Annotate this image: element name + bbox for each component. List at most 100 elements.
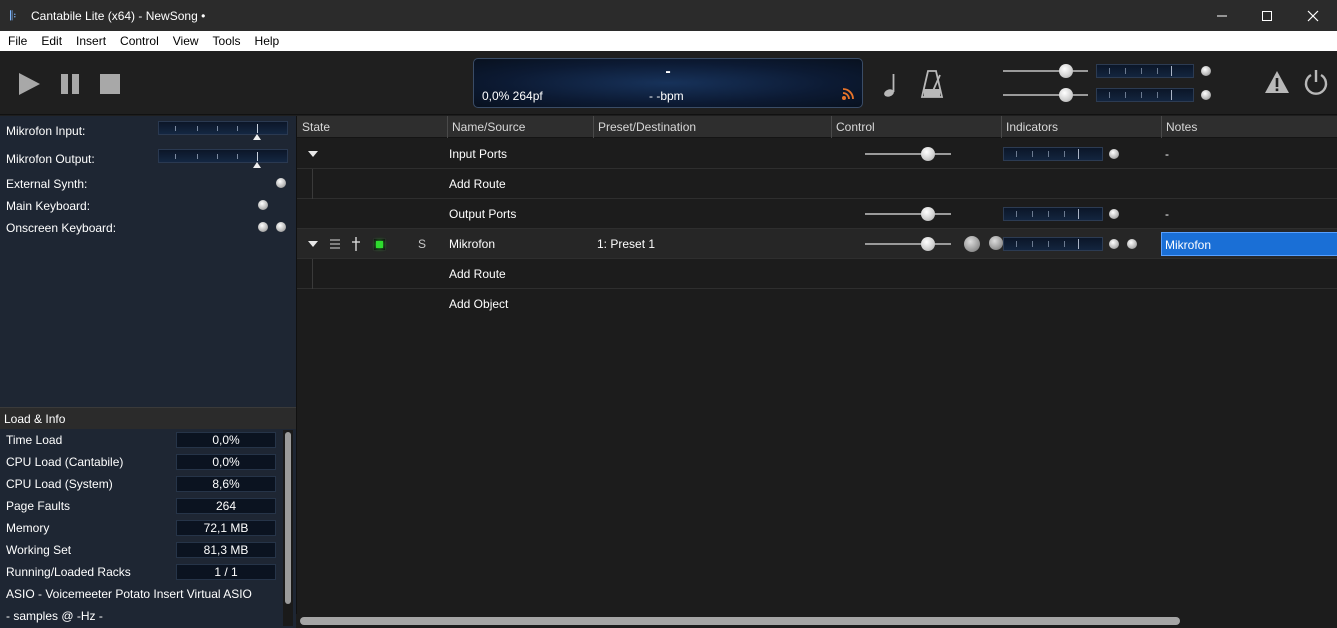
title-bar: 𝄆 Cantabile Lite (x64) - NewSong • — [0, 0, 1337, 31]
load-value: 0,0% — [176, 454, 276, 470]
load-info-header[interactable]: Load & Info — [0, 407, 296, 429]
maximize-button[interactable] — [1244, 0, 1290, 31]
load-info-scrollbar[interactable] — [283, 430, 293, 626]
binding-label: Mikrofon Input: — [6, 124, 86, 138]
grid-horizontal-scrollbar[interactable] — [296, 614, 1337, 628]
load-info-panel: Time Load 0,0% CPU Load (Cantabile) 0,0%… — [0, 429, 296, 628]
table-row[interactable]: Input Ports - — [297, 139, 1337, 169]
menu-bar: File Edit Insert Control View Tools Help — [0, 31, 1337, 51]
window-title: Cantabile Lite (x64) - NewSong • — [31, 8, 206, 23]
output-ports-meter — [1003, 207, 1103, 221]
bindings-panel: Mikrofon Input: Mikrofon Output: Externa… — [0, 116, 296, 407]
menu-help[interactable]: Help — [247, 34, 286, 48]
column-header: State Name/Source Preset/Destination Con… — [297, 116, 1337, 138]
col-preset-destination[interactable]: Preset/Destination — [598, 120, 696, 134]
table-row[interactable]: Add Route — [297, 259, 1337, 289]
load-value: 264 — [176, 498, 276, 514]
col-notes[interactable]: Notes — [1166, 120, 1197, 134]
row-notes: - — [1165, 207, 1169, 221]
menu-icon[interactable] — [329, 238, 341, 250]
master-output-meter — [1096, 88, 1194, 102]
mikrofon-input-meter[interactable] — [158, 121, 288, 140]
pause-button[interactable] — [58, 71, 84, 97]
app-icon: 𝄆 — [10, 7, 17, 23]
menu-file[interactable]: File — [0, 34, 33, 48]
stop-icon — [100, 74, 120, 94]
input-ports-led — [1109, 149, 1119, 159]
load-value: 72,1 MB — [176, 520, 276, 536]
load-value: 8,6% — [176, 476, 276, 492]
col-name-source[interactable]: Name/Source — [452, 120, 525, 134]
load-label: Memory — [6, 521, 50, 535]
master-output-led — [1201, 90, 1211, 100]
row-notes: - — [1165, 147, 1169, 161]
menu-view[interactable]: View — [165, 34, 205, 48]
add-object-button[interactable]: Add Object — [449, 297, 508, 311]
add-route-button[interactable]: Add Route — [449, 267, 506, 281]
table-row[interactable]: Add Object — [297, 289, 1337, 319]
warning-icon[interactable] — [1264, 70, 1290, 94]
routing-grid: State Name/Source Preset/Destination Con… — [296, 116, 1337, 628]
output-ports-led — [1109, 209, 1119, 219]
load-label: Running/Loaded Racks — [6, 565, 131, 579]
table-row[interactable]: S Mikrofon 1: Preset 1 Mikrofon — [297, 229, 1337, 259]
master-input-slider[interactable] — [1003, 64, 1088, 78]
tempo-readout: - -bpm — [649, 89, 684, 103]
balance-knob[interactable] — [989, 236, 1003, 250]
pause-icon — [61, 74, 79, 94]
notes-field[interactable]: Mikrofon — [1161, 232, 1337, 256]
binding-label: Mikrofon Output: — [6, 152, 95, 166]
route-icon[interactable] — [351, 237, 361, 251]
audio-driver: ASIO - Voicemeeter Potato Insert Virtual… — [6, 587, 252, 601]
col-state[interactable]: State — [302, 120, 330, 134]
load-value: 0,0% — [176, 432, 276, 448]
table-row[interactable]: Output Ports - — [297, 199, 1337, 229]
load-readout: 0,0% 264pf — [482, 89, 543, 103]
row-name: Mikrofon — [449, 237, 496, 251]
menu-edit[interactable]: Edit — [33, 34, 68, 48]
active-led[interactable] — [373, 238, 386, 251]
onscreen-keyboard-led-in — [258, 222, 268, 232]
note-icon[interactable] — [882, 71, 902, 99]
row-preset[interactable]: 1: Preset 1 — [597, 237, 655, 251]
output-ports-gain-slider[interactable] — [865, 207, 951, 221]
mikrofon-meter — [1003, 237, 1103, 251]
binding-label: Main Keyboard: — [6, 199, 91, 213]
power-icon[interactable] — [1303, 68, 1329, 96]
load-label: Page Faults — [6, 499, 71, 513]
collapse-toggle[interactable] — [308, 241, 318, 247]
load-value: 1 / 1 — [176, 564, 276, 580]
mikrofon-led-out — [1127, 239, 1137, 249]
col-indicators[interactable]: Indicators — [1006, 120, 1058, 134]
load-label: Time Load — [6, 433, 63, 447]
solo-button[interactable]: S — [418, 237, 426, 251]
sample-rate: - samples @ -Hz - — [6, 609, 103, 623]
transport-toolbar: - 0,0% 264pf - -bpm — [0, 51, 1337, 115]
col-control[interactable]: Control — [836, 120, 875, 134]
master-output-slider[interactable] — [1003, 88, 1088, 102]
mikrofon-gain-slider[interactable] — [865, 237, 951, 251]
master-input-meter — [1096, 64, 1194, 78]
stop-button[interactable] — [98, 71, 124, 97]
menu-insert[interactable]: Insert — [68, 34, 112, 48]
input-ports-gain-slider[interactable] — [865, 147, 951, 161]
onscreen-keyboard-led-out — [276, 222, 286, 232]
collapse-toggle[interactable] — [308, 151, 318, 157]
play-button[interactable] — [16, 71, 42, 97]
metronome-icon[interactable] — [920, 69, 944, 99]
rss-icon — [842, 88, 854, 100]
add-route-button[interactable]: Add Route — [449, 177, 506, 191]
close-button[interactable] — [1290, 0, 1336, 31]
row-name: Output Ports — [449, 207, 517, 221]
pan-knob[interactable] — [964, 236, 980, 252]
master-input-led — [1201, 66, 1211, 76]
row-name: Input Ports — [449, 147, 508, 161]
binding-label: Onscreen Keyboard: — [6, 221, 117, 235]
play-icon — [19, 73, 40, 95]
mikrofon-output-meter[interactable] — [158, 149, 288, 168]
minimize-button[interactable] — [1199, 0, 1245, 31]
menu-control[interactable]: Control — [112, 34, 165, 48]
table-row[interactable]: Add Route — [297, 169, 1337, 199]
menu-tools[interactable]: Tools — [205, 34, 247, 48]
transport-display[interactable]: - 0,0% 264pf - -bpm — [473, 58, 863, 108]
